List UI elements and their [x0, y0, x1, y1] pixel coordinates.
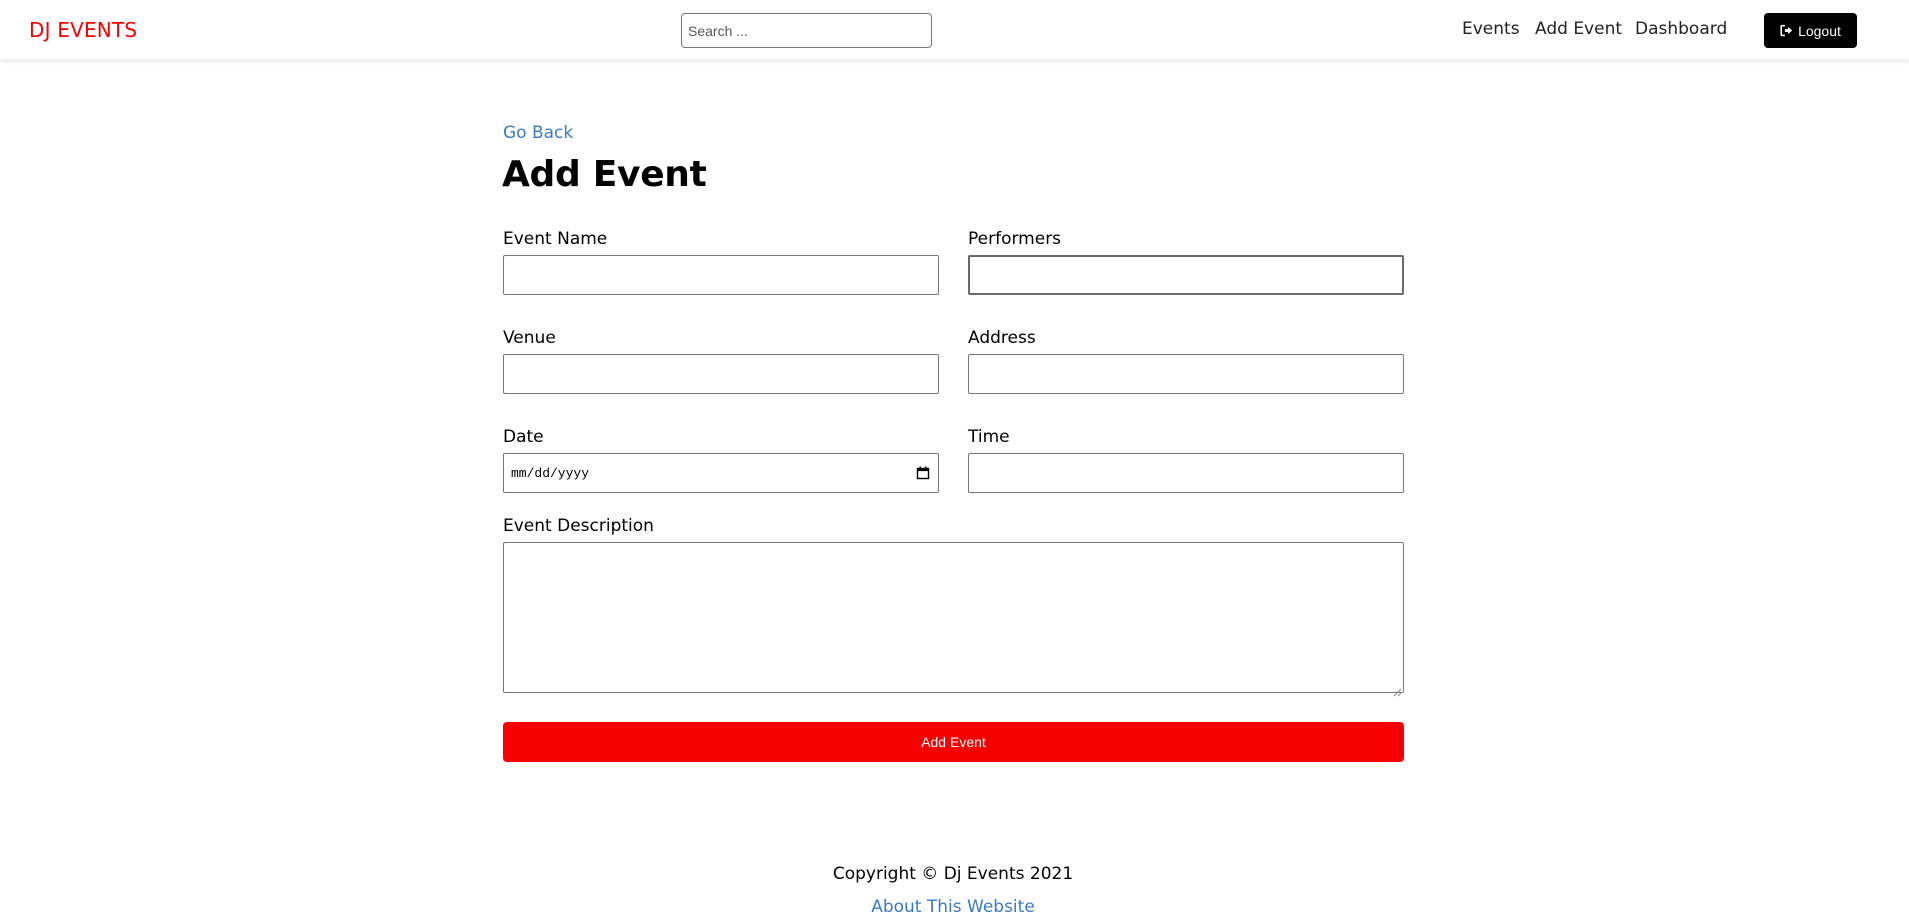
nav-link-dashboard[interactable]: Dashboard — [1635, 19, 1727, 39]
date-field[interactable]: mm/dd/yyyy — [503, 453, 939, 493]
time-label: Time — [968, 427, 1010, 447]
date-placeholder: mm/dd/yyyy — [511, 465, 590, 481]
event-name-label: Event Name — [503, 229, 608, 249]
event-description-label: Event Description — [503, 516, 654, 536]
performers-label: Performers — [968, 229, 1062, 249]
site-header: DJ EVENTS Events Add Event Dashboard Log… — [0, 0, 1909, 60]
logout-button[interactable]: Logout — [1764, 13, 1857, 48]
nav-link-add-event[interactable]: Add Event — [1535, 19, 1622, 39]
site-logo[interactable]: DJ EVENTS — [29, 18, 137, 42]
event-description-field[interactable] — [503, 542, 1404, 697]
event-name-field[interactable] — [503, 255, 939, 295]
go-back-link[interactable]: Go Back — [503, 123, 573, 143]
venue-field[interactable] — [503, 354, 939, 394]
copyright-text: Copyright © Dj Events 2021 — [832, 864, 1074, 884]
nav-link-events[interactable]: Events — [1462, 19, 1520, 39]
time-field[interactable] — [968, 453, 1404, 493]
logout-label: Logout — [1798, 22, 1841, 39]
search-input[interactable] — [681, 13, 932, 48]
sign-out-icon — [1780, 24, 1793, 37]
performers-field[interactable] — [968, 255, 1404, 295]
page-title: Add Event — [502, 154, 707, 195]
address-label: Address — [968, 328, 1036, 348]
calendar-icon[interactable] — [916, 466, 930, 480]
add-event-submit-button[interactable]: Add Event — [503, 722, 1404, 762]
resize-grip-icon[interactable] — [1393, 682, 1402, 697]
date-label: Date — [503, 427, 544, 447]
address-field[interactable] — [968, 354, 1404, 394]
venue-label: Venue — [503, 328, 556, 348]
about-link[interactable]: About This Website — [0, 897, 1906, 917]
